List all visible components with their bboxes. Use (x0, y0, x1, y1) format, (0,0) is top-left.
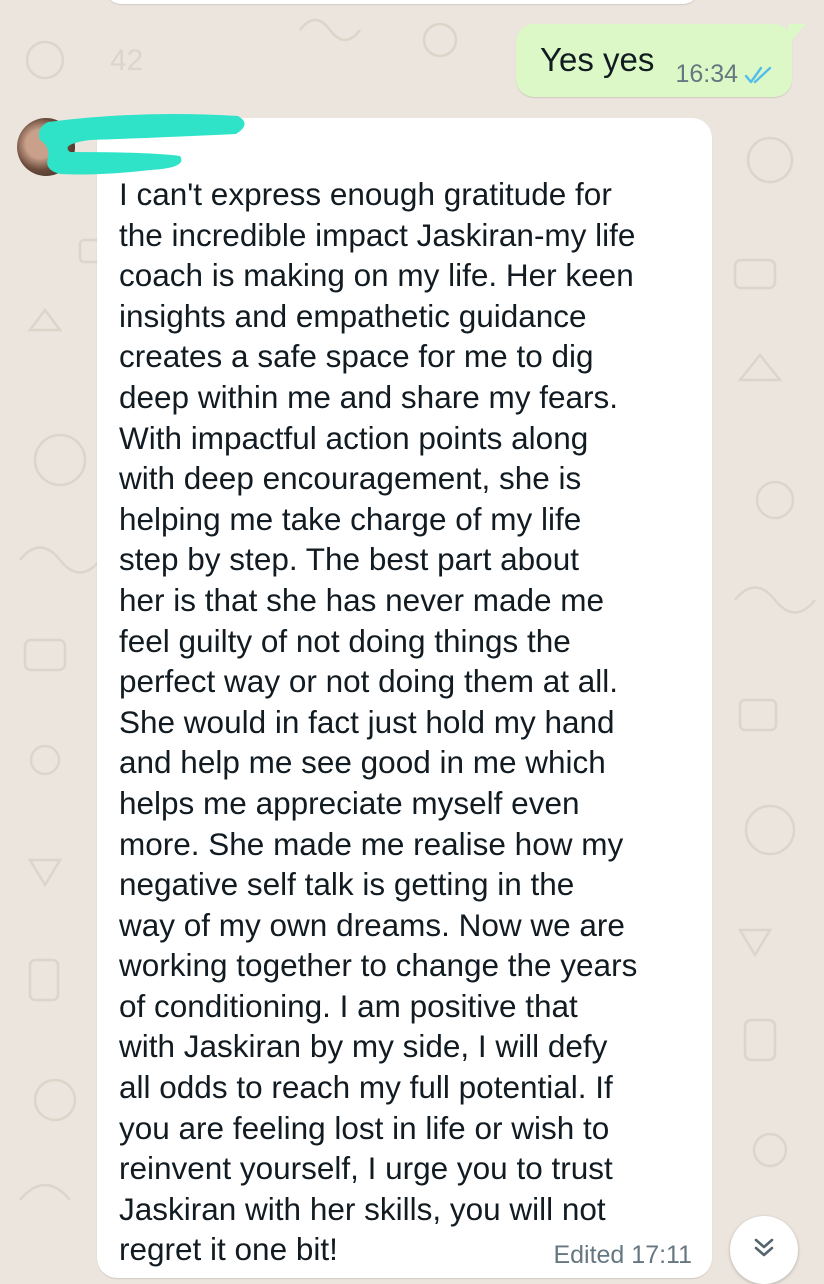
scroll-to-bottom-button[interactable] (730, 1216, 798, 1284)
previous-message-bubble[interactable] (105, 0, 699, 4)
incoming-message-meta: Edited 17:11 (553, 1241, 692, 1269)
outgoing-message-bubble[interactable]: Yes yes 16:34 (516, 24, 806, 97)
double-chevron-down-icon (751, 1235, 777, 1266)
incoming-message-text: I can't express enough gratitude for the… (119, 176, 638, 1268)
incoming-message-bubble[interactable]: I can't express enough gratitude for the… (97, 118, 712, 1278)
sender-name-redaction (30, 112, 248, 178)
double-check-read-icon (744, 65, 774, 85)
outgoing-message-time: 16:34 (675, 60, 738, 88)
outgoing-message-text: Yes yes (540, 41, 655, 78)
svg-text:42: 42 (110, 44, 143, 77)
outgoing-message-meta: 16:34 (675, 60, 774, 89)
